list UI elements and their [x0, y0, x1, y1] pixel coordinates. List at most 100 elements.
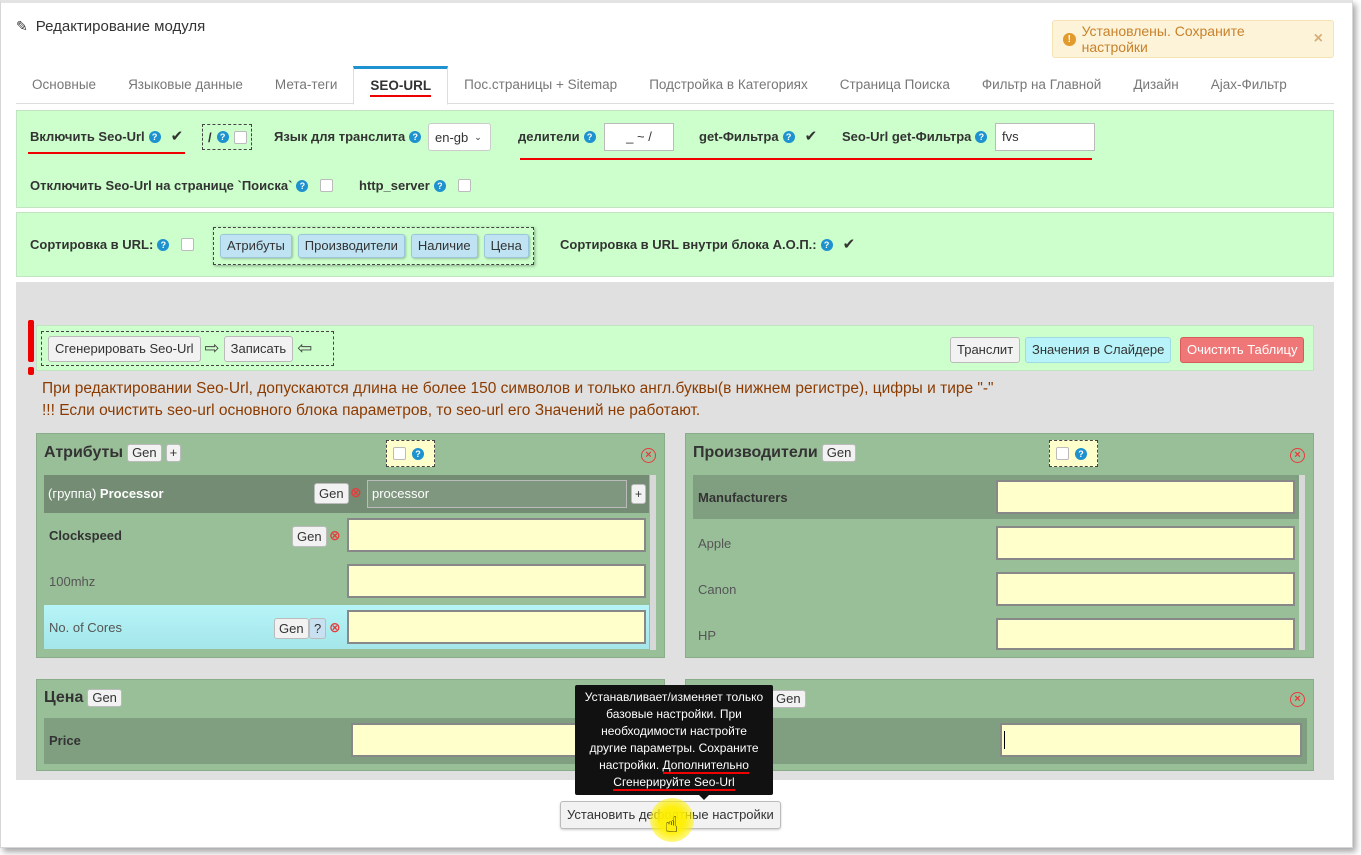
get-filter-checkbox[interactable]: ✔ [805, 129, 818, 144]
seo-get-filter-input[interactable]: fvs [995, 123, 1095, 151]
page-title: ✎ Редактирование модуля [16, 18, 205, 35]
manufacturers-delete-icon[interactable]: × [1290, 448, 1305, 463]
sort-inner-checkbox[interactable]: ✔ [843, 237, 856, 252]
group-gen-button[interactable]: Gen [314, 483, 349, 504]
dividers-input[interactable]: _ ~ / [604, 123, 674, 151]
help-icon[interactable]: ? [148, 130, 161, 143]
help-icon[interactable]: ? [157, 238, 170, 251]
stock-seo-input[interactable] [1000, 723, 1302, 757]
text-caret [1004, 731, 1005, 749]
cores-gen-button[interactable]: Gen [274, 618, 309, 639]
sort-manufacturers-button[interactable]: Производители [297, 234, 405, 258]
manufacturers-option: ? [1049, 440, 1098, 467]
manuf-row-label: Canon [698, 582, 737, 597]
attributes-option: ? [386, 440, 435, 467]
canon-seo-input[interactable] [996, 572, 1295, 606]
cores-help-button[interactable]: ? [309, 618, 327, 639]
red-mark [28, 320, 34, 362]
close-icon[interactable]: × [1314, 30, 1323, 48]
tab-language[interactable]: Языковые данные [112, 66, 259, 104]
100mhz-seo-input[interactable] [347, 564, 646, 598]
attributes-add-button[interactable]: + [165, 444, 182, 462]
tab-search-page[interactable]: Страница Поиска [824, 66, 966, 104]
attributes-delete-icon[interactable]: × [641, 448, 656, 463]
help-icon[interactable]: ? [409, 130, 422, 143]
tab-meta[interactable]: Мета-теги [259, 66, 354, 104]
tooltip-arrow [698, 794, 710, 800]
stock-delete-icon[interactable]: × [1290, 692, 1305, 707]
slash-option: / ? [202, 124, 252, 150]
disable-search-group: Отключить Seo-Url на странице `Поиска` ? [30, 178, 334, 193]
hp-seo-input[interactable] [996, 618, 1295, 650]
cores-delete-icon[interactable]: ⊗ [329, 619, 341, 636]
group-seo-input[interactable]: processor [367, 480, 627, 508]
http-server-group: http_server ? [359, 178, 471, 193]
chevron-down-icon: ⌄ [474, 131, 482, 142]
http-server-checkbox[interactable] [457, 179, 471, 192]
save-button[interactable]: Записать [223, 335, 294, 362]
help-icon[interactable]: ? [412, 447, 424, 460]
sort-price-button[interactable]: Цена [483, 234, 529, 258]
manufacturers-scrollbar[interactable] [1299, 475, 1305, 650]
manufacturers-seo-input[interactable] [996, 480, 1295, 514]
sorting-checkbox[interactable] [181, 238, 195, 251]
attributes-header: Атрибуты Gen + [44, 444, 182, 462]
help-icon[interactable]: ? [433, 179, 446, 192]
manuf-row-label: HP [698, 628, 717, 643]
clockspeed-delete-icon[interactable]: ⊗ [329, 527, 341, 544]
translit-lang-select[interactable]: en-gb ⌄ [428, 123, 491, 151]
price-header: Цена Gen [44, 689, 122, 707]
manufacturers-option-checkbox[interactable] [1056, 447, 1069, 460]
clear-table-button[interactable]: Очистить Таблицу [1180, 337, 1305, 363]
translit-button[interactable]: Транслит [950, 337, 1021, 363]
stock-gen-button[interactable]: Gen [771, 690, 806, 708]
help-icon[interactable]: ? [975, 130, 988, 143]
sort-attributes-button[interactable]: Атрибуты [220, 234, 292, 258]
cores-seo-input[interactable] [347, 610, 646, 644]
group-delete-icon[interactable]: ⊗ [350, 484, 362, 501]
translit-lang-group: Язык для транслита ? [274, 129, 422, 144]
attributes-gen-button[interactable]: Gen [127, 444, 162, 462]
exclamation-icon: ! [1063, 32, 1076, 46]
sorting-group: Сортировка в URL: ? [30, 237, 195, 252]
apple-seo-input[interactable] [996, 526, 1295, 560]
help-icon[interactable]: ? [1075, 447, 1087, 460]
help-icon[interactable]: ? [782, 130, 795, 143]
arrow-left-icon: ⇦ [297, 338, 313, 358]
tab-main[interactable]: Основные [16, 66, 112, 104]
clockspeed-seo-input[interactable] [347, 518, 646, 552]
dividers-group: делители ? [518, 129, 596, 144]
manufacturers-gen-button[interactable]: Gen [821, 444, 857, 462]
help-icon[interactable]: ? [216, 131, 229, 143]
hand-cursor-icon: ☝ [665, 812, 679, 837]
generate-seo-button[interactable]: Сгенерировать Seo-Url [48, 335, 201, 362]
slider-values-button[interactable]: Значения в Слайдере [1025, 337, 1172, 363]
group-label: (группа) Processor [48, 486, 164, 501]
slash-checkbox[interactable] [233, 130, 247, 144]
tab-categories[interactable]: Подстройка в Категориях [633, 66, 824, 104]
attributes-option-checkbox[interactable] [393, 447, 406, 460]
price-gen-button[interactable]: Gen [87, 689, 122, 707]
tab-pages-sitemap[interactable]: Пос.страницы + Sitemap [448, 66, 633, 104]
help-icon[interactable]: ? [583, 130, 596, 143]
tab-bar: Основные Языковые данные Мета-теги SEO-U… [16, 66, 1334, 105]
help-icon[interactable]: ? [296, 179, 309, 192]
sort-stock-button[interactable]: Наличие [410, 234, 478, 258]
warning-clear: !!! Если очистить seo-url основного блок… [42, 402, 701, 419]
disable-search-checkbox[interactable] [320, 179, 334, 192]
red-underline [28, 152, 185, 154]
tab-home-filter[interactable]: Фильтр на Главной [966, 66, 1117, 104]
attributes-scrollbar[interactable] [650, 475, 656, 650]
attr-row-label: No. of Cores [49, 620, 122, 635]
generate-save-group: Сгенерировать Seo-Url ⇨ Записать ⇦ [41, 331, 334, 366]
pencil-icon: ✎ [16, 18, 28, 34]
tab-design[interactable]: Дизайн [1117, 66, 1194, 104]
group-add-button[interactable]: + [631, 484, 647, 504]
red-underline [520, 158, 1092, 160]
enable-seo-checkbox[interactable]: ✔ [171, 129, 184, 144]
clockspeed-gen-button[interactable]: Gen [292, 526, 327, 547]
help-icon[interactable]: ? [820, 238, 833, 251]
page-title-text: Редактирование модуля [35, 18, 206, 35]
tab-ajax-filter[interactable]: Ajax-Фильтр [1195, 66, 1303, 104]
tab-seo-url[interactable]: SEO-URL [353, 66, 449, 105]
